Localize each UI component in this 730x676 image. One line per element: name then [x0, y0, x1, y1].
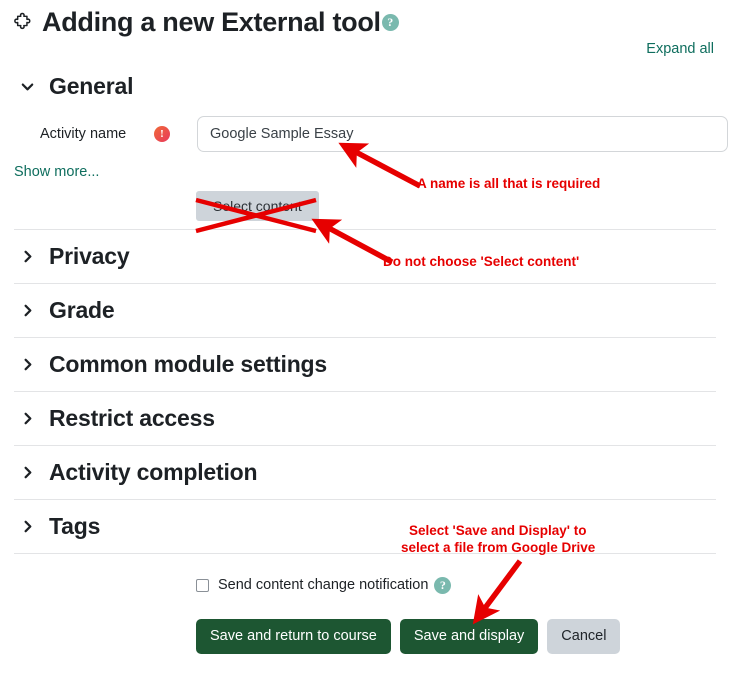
required-icon[interactable]: !: [154, 126, 170, 142]
help-icon[interactable]: ?: [434, 576, 452, 594]
save-and-return-button[interactable]: Save and return to course: [196, 619, 391, 654]
activity-name-input[interactable]: [197, 116, 728, 152]
section-header-restrict-access[interactable]: Restrict access: [0, 392, 730, 445]
section-title: Grade: [49, 297, 115, 323]
form-footer: Send content change notification ? Save …: [0, 554, 730, 654]
show-more-link[interactable]: Show more...: [0, 164, 99, 180]
section-header-grade[interactable]: Grade: [0, 284, 730, 337]
puzzle-piece-icon: [12, 12, 34, 34]
activity-name-row: Activity name !: [0, 112, 730, 156]
section-header-general[interactable]: General: [0, 66, 730, 106]
section-header-common-module-settings[interactable]: Common module settings: [0, 338, 730, 391]
section-title: Privacy: [49, 243, 130, 269]
section-title: Activity completion: [49, 459, 258, 485]
page-title: Adding a new External tool: [42, 6, 381, 37]
chevron-down-icon: [20, 79, 35, 94]
save-and-display-button[interactable]: Save and display: [399, 619, 539, 654]
collapsed-sections: Privacy Grade Common module settings Restri…: [0, 230, 730, 554]
chevron-right-icon: [20, 519, 35, 534]
section-title: Restrict access: [49, 405, 215, 431]
section-header-tags[interactable]: Tags: [0, 500, 730, 553]
page-header: Adding a new External tool ?: [0, 0, 730, 40]
section-title-general: General: [49, 72, 134, 99]
chevron-right-icon: [20, 465, 35, 480]
chevron-right-icon: [20, 411, 35, 426]
general-section-body: Activity name ! Show more... Select cont…: [0, 106, 730, 229]
chevron-right-icon: [20, 303, 35, 318]
chevron-right-icon: [20, 357, 35, 372]
section-header-activity-completion[interactable]: Activity completion: [0, 446, 730, 499]
notify-row: Send content change notification ?: [0, 570, 730, 600]
chevron-right-icon: [20, 249, 35, 264]
section-title: Common module settings: [49, 351, 328, 377]
expand-all-row: Expand all: [0, 40, 730, 66]
send-notification-label: Send content change notification: [218, 577, 429, 593]
section-header-privacy[interactable]: Privacy: [0, 230, 730, 283]
help-icon[interactable]: ?: [381, 13, 399, 31]
expand-all-link[interactable]: Expand all: [646, 41, 714, 57]
select-content-row: Select content: [0, 191, 730, 229]
send-notification-checkbox[interactable]: [196, 578, 209, 592]
select-content-button[interactable]: Select content: [196, 191, 319, 221]
section-title: Tags: [49, 513, 101, 539]
cancel-button[interactable]: Cancel: [547, 619, 621, 654]
activity-name-label: Activity name: [40, 126, 127, 142]
form-actions: Save and return to course Save and displ…: [0, 619, 730, 654]
